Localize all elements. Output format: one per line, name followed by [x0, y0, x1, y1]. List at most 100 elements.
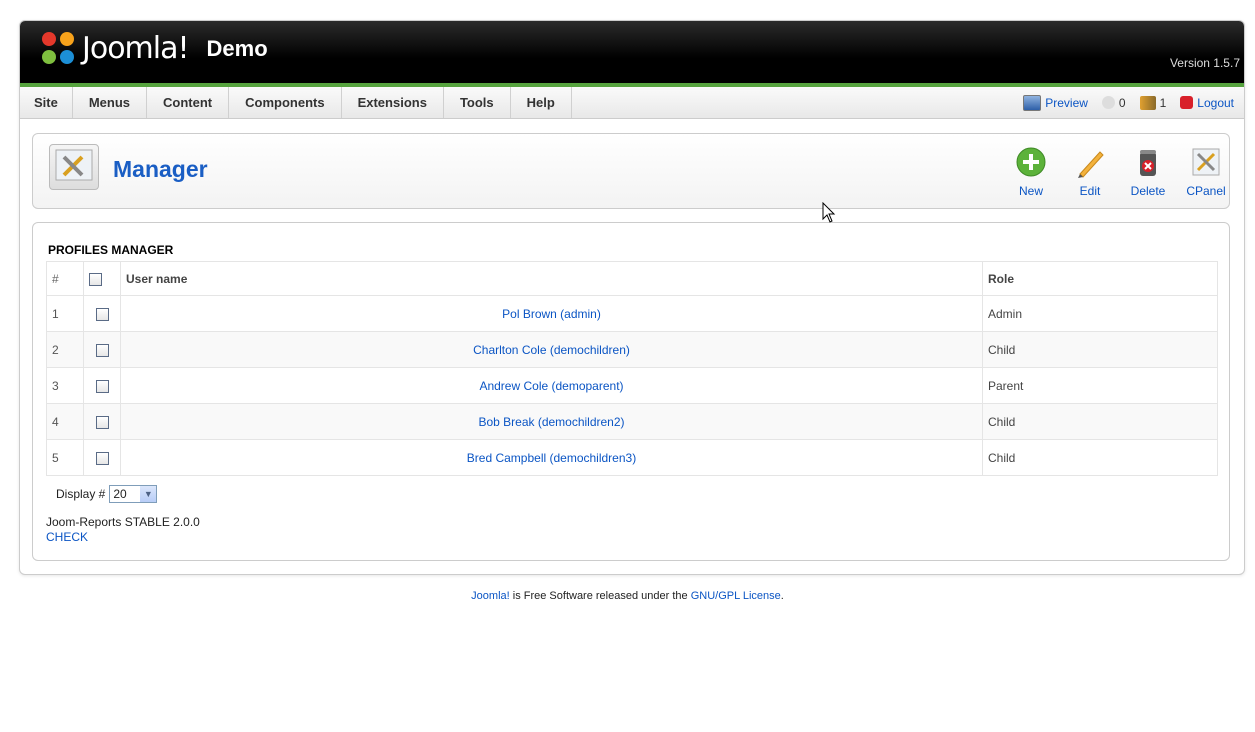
- users-status[interactable]: 1: [1139, 95, 1167, 110]
- joomla-link[interactable]: Joomla!: [471, 590, 510, 602]
- row-select: [83, 439, 121, 476]
- cpanel-button[interactable]: CPanel: [1182, 146, 1230, 198]
- admin-frame: Joomla! Demo Version 1.5.7 Site Menus Co…: [19, 20, 1245, 575]
- col-num: #: [46, 261, 84, 296]
- edit-icon: [1074, 146, 1106, 178]
- row-num: 4: [46, 403, 84, 440]
- row-name-cell: Bob Break (demochildren2): [120, 403, 983, 440]
- row-name-cell: Charlton Cole (demochildren): [120, 331, 983, 368]
- content-panel: PROFILES MANAGER # User name Role 1 Pol …: [32, 222, 1230, 561]
- display-select[interactable]: 20 ▼: [109, 485, 158, 503]
- profiles-manager-title: PROFILES MANAGER: [48, 243, 174, 257]
- row-select: [83, 367, 121, 404]
- delete-label: Delete: [1130, 184, 1166, 198]
- display-value: 20: [113, 487, 127, 501]
- col-user-name[interactable]: User name: [120, 261, 983, 296]
- col-select-all: [83, 261, 121, 296]
- row-role: Child: [982, 403, 1218, 440]
- row-role: Child: [982, 439, 1218, 476]
- row-role: Admin: [982, 295, 1218, 332]
- footer-text: is Free Software released under the: [509, 590, 691, 602]
- menu-extensions[interactable]: Extensions: [342, 87, 444, 118]
- users-icon: [1139, 95, 1156, 110]
- footer-period: .: [780, 590, 784, 602]
- row-select: [83, 295, 121, 332]
- display-label: Display #: [56, 487, 106, 501]
- logout-label: Logout: [1197, 95, 1234, 110]
- user-link[interactable]: Charlton Cole (demochildren): [473, 343, 630, 357]
- preview-icon: [1023, 94, 1042, 111]
- table-header-row: # User name Role: [46, 261, 1218, 296]
- status-bar: Preview 0 1 Logout: [1023, 87, 1234, 118]
- menu-menus[interactable]: Menus: [73, 87, 148, 118]
- version-label: Version 1.5.7: [1169, 56, 1240, 70]
- messages-status[interactable]: 0: [1101, 95, 1126, 110]
- row-checkbox[interactable]: [95, 415, 109, 429]
- menu-content[interactable]: Content: [147, 87, 230, 118]
- table-row: 5 Bred Campbell (demochildren3) Child: [46, 439, 1218, 476]
- row-checkbox[interactable]: [95, 343, 109, 357]
- row-name-cell: Pol Brown (admin): [120, 295, 983, 332]
- row-role: Child: [982, 331, 1218, 368]
- toolbar-panel: Manager New Edit Delete CPanel: [32, 133, 1230, 209]
- header: Joomla! Demo Version 1.5.7: [20, 21, 1244, 87]
- edit-label: Edit: [1079, 184, 1101, 198]
- new-icon: [1015, 146, 1047, 178]
- message-icon: [1101, 96, 1115, 109]
- page-footer: Joomla! is Free Software released under …: [0, 590, 1255, 602]
- joomla-logo-icon: [42, 31, 76, 66]
- logout-link[interactable]: Logout: [1180, 96, 1234, 110]
- edit-button[interactable]: Edit: [1066, 146, 1114, 198]
- menu-help[interactable]: Help: [511, 87, 572, 118]
- user-link[interactable]: Andrew Cole (demoparent): [479, 379, 623, 393]
- row-num: 3: [46, 367, 84, 404]
- new-label: New: [1018, 184, 1043, 198]
- cpanel-label: CPanel: [1186, 184, 1226, 198]
- preview-label: Preview: [1045, 95, 1088, 110]
- menu-tools[interactable]: Tools: [444, 87, 511, 118]
- logout-icon: [1180, 96, 1194, 109]
- table-row: 1 Pol Brown (admin) Admin: [46, 295, 1218, 332]
- table-row: 2 Charlton Cole (demochildren) Child: [46, 331, 1218, 368]
- row-num: 2: [46, 331, 84, 368]
- cpanel-icon: [1190, 146, 1222, 178]
- check-link[interactable]: CHECK: [46, 530, 88, 544]
- row-checkbox[interactable]: [95, 451, 109, 465]
- row-num: 1: [46, 295, 84, 332]
- row-select: [83, 403, 121, 440]
- users-count: 1: [1159, 95, 1167, 110]
- profiles-table: # User name Role 1 Pol Brown (admin) Adm…: [46, 261, 1218, 476]
- logo[interactable]: Joomla! Demo: [42, 31, 268, 66]
- display-limit: Display # 20 ▼: [56, 485, 158, 503]
- menu-site[interactable]: Site: [20, 87, 73, 118]
- manager-tools-icon: [49, 144, 99, 190]
- product-version: Joom-Reports STABLE 2.0.0: [46, 515, 200, 529]
- col-role[interactable]: Role: [982, 261, 1218, 296]
- row-checkbox[interactable]: [95, 307, 109, 321]
- row-name-cell: Bred Campbell (demochildren3): [120, 439, 983, 476]
- row-role: Parent: [982, 367, 1218, 404]
- page-title: Manager: [113, 156, 208, 182]
- logo-text: Joomla!: [82, 31, 190, 66]
- table-row: 3 Andrew Cole (demoparent) Parent: [46, 367, 1218, 404]
- chevron-down-icon[interactable]: ▼: [140, 486, 157, 502]
- select-all-checkbox[interactable]: [89, 272, 102, 286]
- messages-count: 0: [1118, 95, 1126, 110]
- row-select: [83, 331, 121, 368]
- user-link[interactable]: Bred Campbell (demochildren3): [467, 451, 636, 465]
- trash-icon: [1132, 146, 1164, 178]
- user-link[interactable]: Pol Brown (admin): [502, 307, 601, 321]
- menubar: Site Menus Content Components Extensions…: [20, 87, 1244, 119]
- user-link[interactable]: Bob Break (demochildren2): [478, 415, 624, 429]
- table-row: 4 Bob Break (demochildren2) Child: [46, 403, 1218, 440]
- preview-link[interactable]: Preview: [1023, 94, 1088, 111]
- row-num: 5: [46, 439, 84, 476]
- site-name: Demo: [206, 35, 268, 61]
- component-info: Joom-Reports STABLE 2.0.0 CHECK: [46, 515, 200, 545]
- menu-components[interactable]: Components: [229, 87, 342, 118]
- license-link[interactable]: GNU/GPL License: [691, 590, 781, 602]
- new-button[interactable]: New: [1007, 146, 1055, 198]
- row-checkbox[interactable]: [95, 379, 109, 393]
- delete-button[interactable]: Delete: [1124, 146, 1172, 198]
- row-name-cell: Andrew Cole (demoparent): [120, 367, 983, 404]
